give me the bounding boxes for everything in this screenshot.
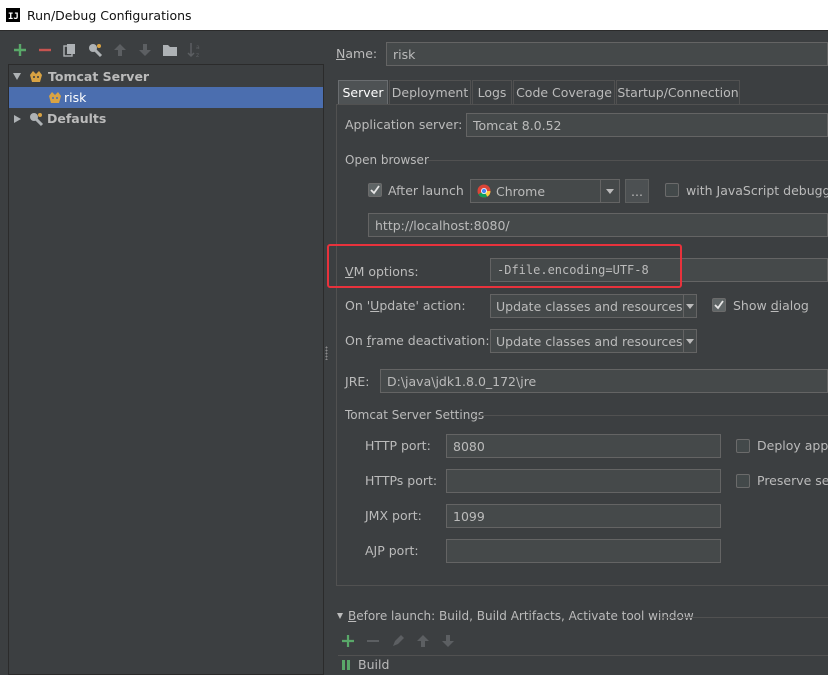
browser-value: Chrome (496, 183, 546, 199)
tree-label-tomcat-server: Tomcat Server (48, 69, 150, 84)
on-update-label: On 'Update' action: (345, 298, 466, 313)
checkmark-icon (370, 185, 380, 195)
tab-server[interactable]: Server (338, 80, 388, 104)
tomcat-icon (28, 69, 44, 85)
title-bar: IJ Run/Debug Configurations (0, 0, 828, 31)
remove-icon[interactable] (37, 42, 53, 58)
on-update-value: Update classes and resources (496, 298, 683, 314)
vm-options-highlight-box (327, 244, 682, 288)
http-port-label: HTTP port: (365, 438, 431, 453)
ajp-port-field[interactable] (446, 539, 721, 563)
before-launch-collapse-icon[interactable] (337, 613, 343, 619)
config-tree: Tomcat Server risk Defaults (8, 64, 324, 675)
tree-node-tomcat-server[interactable]: Tomcat Server (9, 66, 323, 87)
ajp-port-label: AJP port: (365, 543, 419, 558)
jmx-port-field[interactable]: 1099 (446, 504, 721, 528)
before-launch-list: Build (338, 655, 828, 675)
svg-text:z: z (196, 52, 199, 58)
before-launch-separator (660, 617, 828, 618)
app-server-label: Application server: (345, 117, 463, 132)
name-label: Name: (336, 46, 378, 61)
chevron-down-icon[interactable] (682, 295, 696, 317)
arrow-down-icon[interactable] (441, 634, 455, 648)
folder-icon[interactable] (162, 42, 178, 58)
chevron-down-icon[interactable] (600, 180, 619, 202)
js-debugger-label[interactable]: with JavaScript debugge (686, 183, 828, 198)
show-dialog-checkbox[interactable] (712, 298, 726, 312)
app-server-combo[interactable]: Tomcat 8.0.52 (466, 113, 828, 137)
tomcat-icon (47, 90, 63, 106)
wrench-icon[interactable] (87, 42, 103, 58)
tomcat-settings-title: Tomcat Server Settings (345, 408, 485, 422)
window-title: Run/Debug Configurations (27, 8, 192, 23)
url-field[interactable]: http://localhost:8080/ (368, 213, 828, 237)
expand-arrow-icon[interactable] (13, 73, 21, 80)
jmx-port-label: JMX port: (365, 508, 422, 523)
preserve-checkbox[interactable] (736, 474, 750, 488)
tree-label-defaults: Defaults (47, 111, 107, 126)
open-browser-label: Open browser (345, 153, 429, 167)
https-port-field[interactable] (446, 469, 721, 493)
chrome-icon (477, 184, 491, 198)
tab-code-coverage[interactable]: Code Coverage (513, 80, 615, 104)
http-port-field[interactable]: 8080 (446, 434, 721, 458)
build-icon (341, 659, 353, 671)
add-icon[interactable] (12, 42, 28, 58)
splitter-handle[interactable] (325, 346, 328, 360)
on-frame-value: Update classes and resources (496, 333, 683, 349)
checkmark-icon (714, 300, 724, 310)
wrench-icon (28, 111, 44, 127)
browser-combo[interactable]: Chrome (470, 179, 620, 203)
intellij-app-icon: IJ (6, 8, 20, 22)
build-item[interactable]: Build (358, 657, 389, 672)
https-port-label: HTTPs port: (365, 473, 438, 488)
collapse-arrow-icon[interactable] (14, 114, 21, 123)
tree-node-risk[interactable]: risk (9, 87, 323, 108)
jre-field[interactable]: D:\java\jdk1.8.0_172\jre (380, 369, 828, 393)
show-dialog-label[interactable]: Show dialog (733, 298, 809, 313)
after-launch-checkbox[interactable] (368, 183, 382, 197)
on-frame-label: On frame deactivation: (345, 333, 490, 348)
edit-icon[interactable] (391, 634, 405, 648)
deploy-checkbox[interactable] (736, 439, 750, 453)
after-launch-label[interactable]: After launch (388, 183, 464, 198)
deploy-label[interactable]: Deploy appl (757, 438, 828, 453)
arrow-up-icon[interactable] (112, 42, 128, 58)
tab-logs[interactable]: Logs (472, 80, 512, 104)
on-update-combo[interactable]: Update classes and resources (490, 294, 697, 318)
open-browser-separator (428, 160, 828, 161)
before-launch-title[interactable]: Before launch: Build, Build Artifacts, A… (348, 609, 694, 623)
chevron-down-icon[interactable] (682, 330, 696, 352)
svg-text:a: a (196, 44, 200, 51)
tree-label-risk: risk (64, 90, 87, 105)
name-field[interactable]: risk (386, 42, 828, 66)
sort-icon[interactable]: az (187, 42, 203, 58)
remove-icon[interactable] (366, 634, 380, 648)
tomcat-settings-separator (472, 415, 828, 416)
jre-label: JRE: (345, 374, 370, 389)
tab-startup-connection[interactable]: Startup/Connection (616, 80, 740, 104)
browser-ellipsis-button[interactable]: ... (625, 179, 649, 203)
copy-icon[interactable] (62, 42, 78, 58)
arrow-up-icon[interactable] (416, 634, 430, 648)
add-icon[interactable] (341, 634, 355, 648)
tree-node-defaults[interactable]: Defaults (9, 108, 323, 129)
arrow-down-icon[interactable] (137, 42, 153, 58)
tab-deployment[interactable]: Deployment (389, 80, 471, 104)
js-debugger-checkbox[interactable] (665, 183, 679, 197)
preserve-label[interactable]: Preserve ses (757, 473, 828, 488)
on-frame-combo[interactable]: Update classes and resources (490, 329, 697, 353)
